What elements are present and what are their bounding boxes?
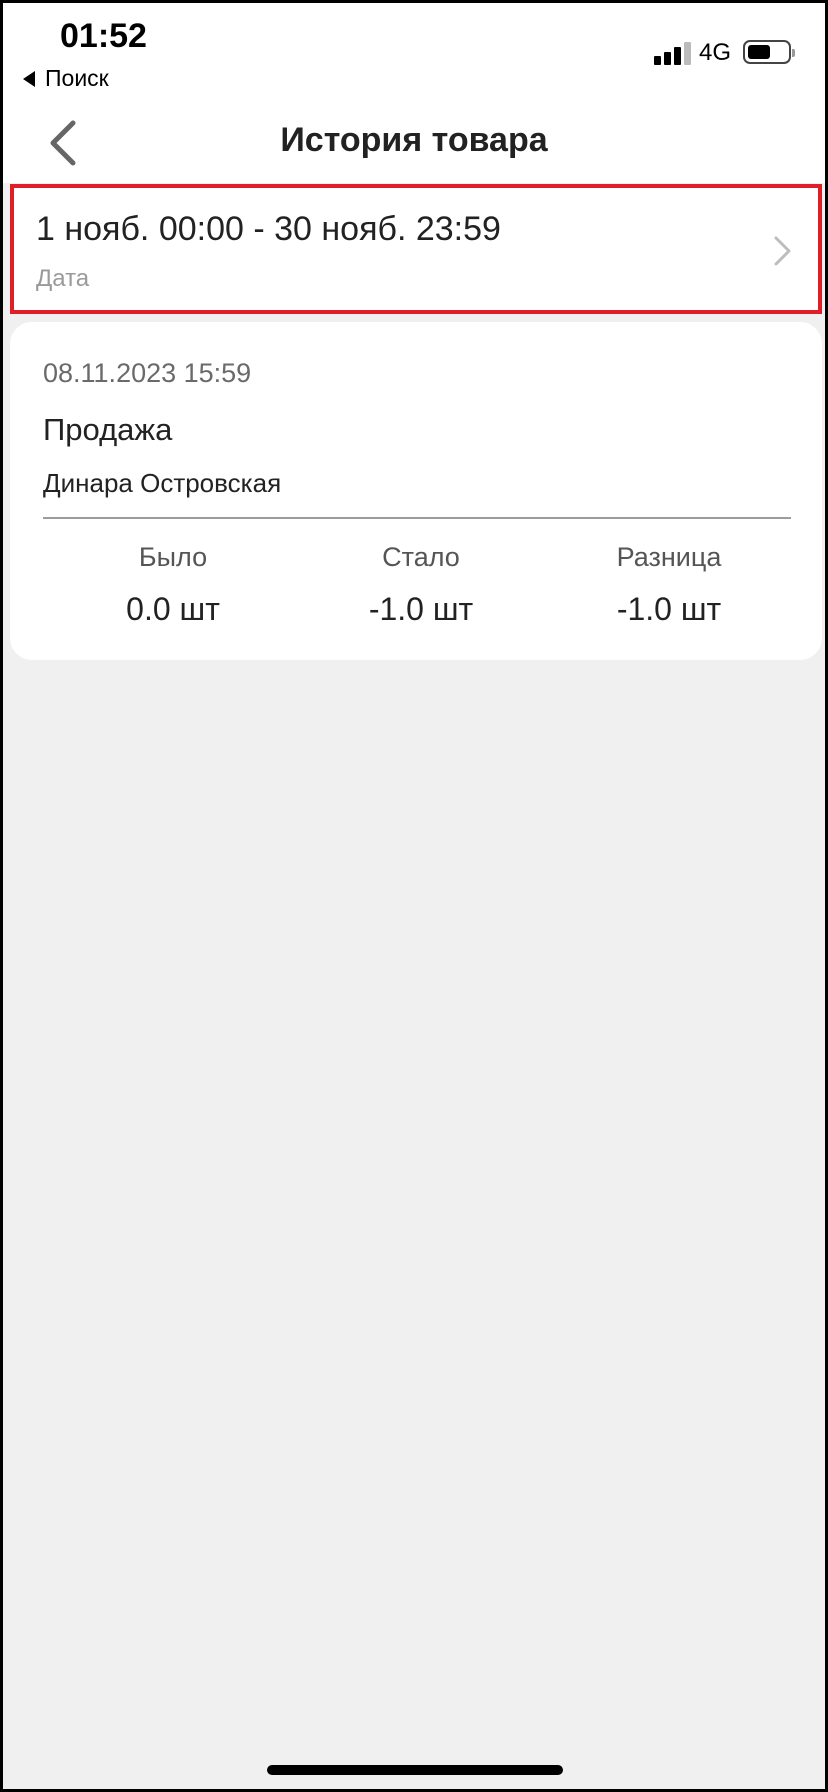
signal-icon (654, 41, 694, 65)
stat-after-label: Стало (382, 542, 460, 572)
history-entry-card: 08.11.2023 15:59 Продажа Динара Островск… (10, 322, 822, 660)
home-indicator[interactable] (267, 1765, 563, 1775)
stat-diff-value: -1.0 шт (616, 591, 722, 627)
stat-before-value: 0.0 шт (126, 591, 220, 627)
date-range-label: Дата (36, 265, 90, 292)
date-range-value: 1 нояб. 00:00 - 30 нояб. 23:59 (36, 210, 501, 248)
stat-diff-label: Разница (616, 542, 722, 572)
back-app-label: Поиск (45, 65, 109, 91)
entry-user: Динара Островская (43, 468, 282, 498)
screen: 01:52 Поиск 4G История товара 1 нояб. 00… (3, 3, 825, 1789)
stat-before-label: Было (138, 542, 208, 572)
divider (43, 517, 791, 519)
stat-after: Стало -1.0 шт (291, 542, 551, 628)
entry-type: Продажа (43, 412, 173, 447)
stat-before: Было 0.0 шт (43, 542, 303, 628)
stat-after-value: -1.0 шт (368, 591, 474, 627)
page-title: История товара (280, 121, 548, 159)
battery-icon (743, 40, 795, 64)
network-label: 4G (699, 39, 732, 66)
status-time: 01:52 (60, 17, 147, 55)
back-triangle-icon (23, 70, 35, 87)
entry-datetime: 08.11.2023 15:59 (43, 358, 252, 388)
stat-diff: Разница -1.0 шт (539, 542, 799, 628)
back-to-app-link[interactable]: Поиск (23, 65, 109, 92)
date-filter-row[interactable]: 1 нояб. 00:00 - 30 нояб. 23:59 Дата (10, 184, 822, 314)
chevron-right-icon (774, 236, 791, 266)
